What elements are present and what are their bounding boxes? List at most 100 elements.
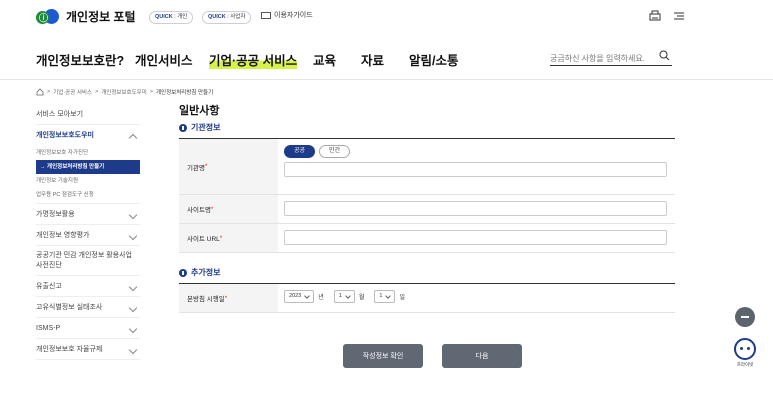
print-icon[interactable] [648, 9, 662, 23]
form-row-site-url: 사이트 URL * [179, 224, 675, 253]
site-logo[interactable]: ⓘ 개인정보 포털 [36, 8, 136, 25]
gnb-item-notice[interactable]: 알림/소통 [409, 50, 458, 69]
home-icon[interactable] [36, 88, 44, 96]
form-actions: 작성정보 확인 다음 [343, 344, 522, 368]
chatbot-icon [734, 338, 756, 360]
site-name-input[interactable] [284, 201, 667, 216]
sidebar-item-self-regulation[interactable]: 개인정보보호 자율규제 [36, 339, 140, 360]
sidebar-item-privacy-helper[interactable]: 개인정보보호도우미 [36, 125, 140, 146]
breadcrumb-separator: > [47, 89, 51, 95]
quick-prefix: QUICK [155, 14, 173, 20]
section-title-label: 추가정보 [191, 268, 221, 277]
year-select[interactable]: 2023 [284, 290, 315, 303]
gnb-item-personal-service[interactable]: 개인서비스 [135, 50, 193, 69]
org-type-public-button[interactable]: 공공 [284, 145, 316, 158]
chevron-down-icon [128, 231, 138, 241]
gnb-item-resources[interactable]: 자료 [361, 50, 384, 69]
field-label: 사이트 URL * [179, 224, 278, 252]
sidebar-subitem-tech-support[interactable]: 개인정보 기술지원 [36, 174, 140, 188]
top-bar: ⓘ 개인정보 포털 QUICK | 개인 QUICK | 사업자 이용자가이드 [0, 0, 773, 34]
breadcrumb-separator: > [149, 89, 153, 95]
month-value: 1 [338, 293, 342, 299]
quick-personal-button[interactable]: QUICK | 개인 [149, 11, 194, 24]
form-row-site-name: 사이트명 * [179, 195, 675, 224]
page-title: 일반사항 [179, 105, 220, 117]
sidebar: 서비스 모아보기 개인정보보호도우미 개인정보보호 자가진단 → 개인정보처리방… [36, 104, 140, 360]
gnb-item-business-service[interactable]: 기업·공공 서비스 [209, 50, 298, 69]
chevron-down-icon [128, 324, 138, 334]
form-row-effective-date: 본방침 시행일 * 2023 년 1 월 1 일 [179, 284, 675, 313]
day-unit: 일 [399, 295, 405, 301]
breadcrumb-current: 개인정보처리방침 만들기 [155, 90, 214, 96]
sidebar-item-label: 고유식별정보 실태조사 [36, 304, 103, 311]
breadcrumb-item[interactable]: 기업·공공 서비스 [53, 88, 92, 96]
quick-business-label: 사업자 [230, 14, 246, 20]
field-label: 사이트명 * [179, 195, 278, 223]
label-text: 본방침 시행일 [187, 296, 225, 303]
year-unit: 년 [318, 295, 324, 301]
quick-business-button[interactable]: QUICK | 사업자 [202, 11, 252, 24]
next-button[interactable]: 다음 [442, 344, 522, 368]
user-guide-label: 이용자가이드 [274, 12, 313, 19]
sidebar-item-unique-id-survey[interactable]: 고유식별정보 실태조사 [36, 297, 140, 318]
chevron-up-icon [128, 133, 138, 143]
required-mark: * [204, 163, 208, 170]
chatbot-button[interactable]: 프라이빗 [728, 338, 762, 368]
search-input[interactable] [550, 54, 650, 63]
sidebar-item-service-overview[interactable]: 서비스 모아보기 [36, 104, 140, 125]
sidebar-item-label: 개인정보 영향평가 [36, 232, 90, 239]
collapse-button[interactable] [735, 307, 755, 327]
sidebar-item-pseudonym[interactable]: 가명정보활용 [36, 204, 140, 225]
info-icon [179, 123, 187, 132]
sidebar-item-label: 공공기관 민감 개인정보 활용사업 사전진단 [36, 252, 132, 269]
sidebar-subitem-self-check[interactable]: 개인정보보호 자가진단 [36, 146, 140, 160]
field-value [278, 224, 675, 252]
required-mark: * [210, 205, 214, 213]
org-info-form: 기관명 * 공공 민간 사이트명 * 사이트 URL * [179, 138, 675, 253]
chatbot-label: 프라이빗 [736, 362, 754, 367]
chevron-down-icon [128, 345, 138, 355]
chevron-down-icon [304, 292, 311, 299]
org-type-private-button[interactable]: 민간 [319, 145, 351, 158]
sidebar-subitem-policy-maker[interactable]: → 개인정보처리방침 만들기 [36, 160, 140, 174]
sidebar-item-label: ISMS-P [36, 325, 61, 332]
label-text: 기관명 [187, 164, 205, 172]
sidebar-item-impact-assessment[interactable]: 개인정보 영향평가 [36, 225, 140, 246]
main-navigation: 개인정보보호란? 개인서비스 기업·공공 서비스 교육 자료 알림/소통 [0, 34, 773, 80]
check-info-button[interactable]: 작성정보 확인 [343, 344, 423, 368]
user-guide-link[interactable]: 이용자가이드 [261, 10, 313, 20]
sidebar-item-label: 가명정보활용 [36, 211, 75, 218]
day-select[interactable]: 1 [374, 290, 396, 303]
field-value: 공공 민간 [278, 139, 675, 194]
required-mark: * [219, 234, 223, 242]
field-value: 2023 년 1 월 1 일 [278, 284, 675, 312]
breadcrumb: > 기업·공공 서비스 > 개인정보보호도우미 > 개인정보처리방침 만들기 [36, 88, 213, 96]
gnb-item-education[interactable]: 교육 [313, 50, 336, 69]
sidebar-item-isms-p[interactable]: ISMS-P [36, 318, 140, 339]
search-icon[interactable] [659, 50, 670, 61]
breadcrumb-separator: > [95, 89, 99, 95]
breadcrumb-item[interactable]: 개인정보보호도우미 [101, 88, 147, 96]
chevron-down-icon [345, 292, 351, 299]
field-value [278, 195, 675, 223]
org-name-input[interactable] [284, 162, 667, 177]
section-title-extra-info: 추가정보 [179, 267, 675, 278]
sidebar-item-label: 유출신고 [36, 283, 62, 290]
sidebar-item-leak-report[interactable]: 유출신고 [36, 276, 140, 297]
section-title-label: 기관정보 [191, 123, 221, 132]
sidebar-subitem-pc-check[interactable]: 업무용 PC 점검도구 신청 [36, 188, 140, 204]
info-icon [179, 268, 187, 277]
logo-text: 개인정보 포털 [66, 10, 136, 24]
menu-icon[interactable] [672, 9, 686, 23]
quick-personal-label: 개인 [177, 14, 188, 20]
field-label: 본방침 시행일 * [179, 284, 278, 312]
month-select[interactable]: 1 [333, 290, 355, 303]
chevron-down-icon [128, 282, 138, 292]
site-url-input[interactable] [284, 230, 667, 245]
quick-prefix: QUICK [208, 14, 226, 20]
main-content: 일반사항 기관정보 기관명 * 공공 민간 사이트명 * 사이트 URL * 추가정보 [179, 102, 675, 313]
sidebar-item-public-precheck[interactable]: 공공기관 민감 개인정보 활용사업 사전진단 [36, 246, 140, 276]
gnb-item-about[interactable]: 개인정보보호란? [36, 50, 124, 69]
chevron-down-icon [128, 210, 138, 220]
section-title-org-info: 기관정보 [179, 122, 675, 133]
